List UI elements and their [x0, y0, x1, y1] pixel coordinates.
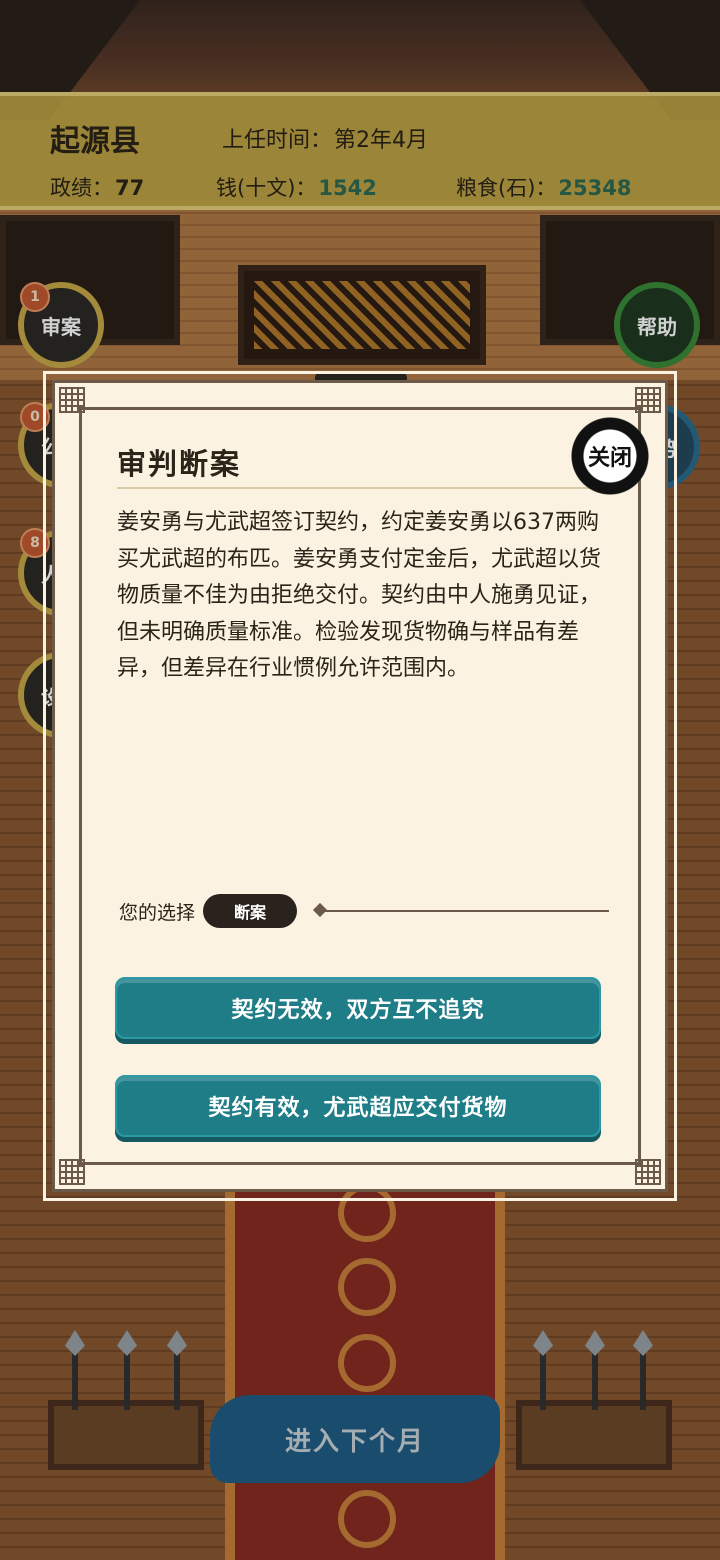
choice-label: 您的选择 — [119, 901, 196, 924]
modal-title: 审判断案 — [117, 447, 242, 481]
choice-pill: 断案 — [203, 894, 298, 928]
option-button-enforce-contract[interactable]: 契约有效，尤武超应交付货物 — [115, 1075, 601, 1137]
corner-ornament — [59, 1159, 85, 1185]
choice-row: 您的选择 断案 — [119, 893, 609, 929]
case-description: 姜安勇与尤武超签订契约，约定姜安勇以637两购买尤武超的布匹。姜安勇支付定金后，… — [117, 510, 602, 681]
corner-ornament — [59, 387, 85, 413]
corner-ornament — [635, 1159, 661, 1185]
title-divider — [117, 487, 617, 489]
choice-divider — [319, 910, 609, 912]
close-button-label: 关闭 — [587, 446, 632, 471]
trial-modal: 审判断案 关闭 姜安勇与尤武超签订契约，约定姜安勇以637两购买尤武超的布匹。姜… — [43, 371, 677, 1201]
close-button[interactable]: 关闭 — [565, 413, 655, 499]
corner-ornament — [635, 387, 661, 413]
option-button-void-contract[interactable]: 契约无效，双方互不追究 — [115, 977, 601, 1039]
